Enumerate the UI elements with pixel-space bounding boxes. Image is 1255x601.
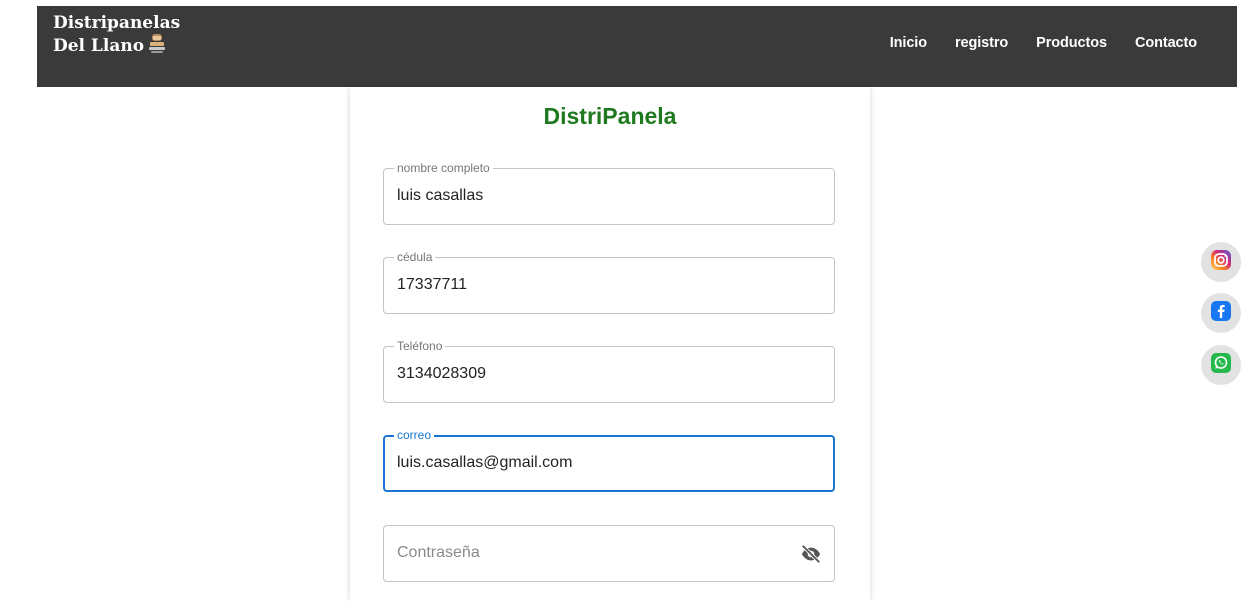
cedula-field[interactable]: cédula [383,250,835,314]
nav-menu: Inicio registro Productos Contacto [890,35,1197,51]
nav-link-contacto[interactable]: Contacto [1135,35,1197,51]
phone-input[interactable] [397,365,797,383]
nav-link-productos[interactable]: Productos [1036,35,1107,51]
full-name-label: nombre completo [394,161,493,175]
nav-link-inicio[interactable]: Inicio [890,35,927,51]
registration-form: DistriPanela nombre completo cédula Telé… [350,87,870,601]
email-label: correo [394,428,435,442]
cedula-label: cédula [394,250,436,264]
eye-off-icon[interactable] [800,543,822,570]
brand-line1: Distripanelas [53,13,181,33]
whatsapp-icon [1210,352,1232,379]
facebook-icon [1210,300,1232,327]
cedula-input[interactable] [397,276,797,294]
phone-label: Teléfono [394,339,446,353]
email-input[interactable] [397,454,797,472]
panela-icon [147,33,167,60]
full-name-input[interactable] [397,187,797,205]
instagram-icon [1210,249,1232,276]
password-field[interactable] [383,525,835,582]
email-field[interactable]: correo [383,428,835,492]
form-title: DistriPanela [543,103,677,129]
password-input[interactable] [397,544,777,562]
instagram-button[interactable] [1201,242,1241,282]
phone-field[interactable]: Teléfono [383,339,835,403]
brand-line2: Del Llano [53,36,145,56]
navbar: Distripanelas Del Llano Inicio registro … [37,6,1237,87]
facebook-button[interactable] [1201,293,1241,333]
full-name-field[interactable]: nombre completo [383,161,835,225]
brand-logo[interactable]: Distripanelas Del Llano [53,14,180,60]
nav-link-registro[interactable]: registro [955,35,1008,51]
whatsapp-button[interactable] [1201,345,1241,385]
